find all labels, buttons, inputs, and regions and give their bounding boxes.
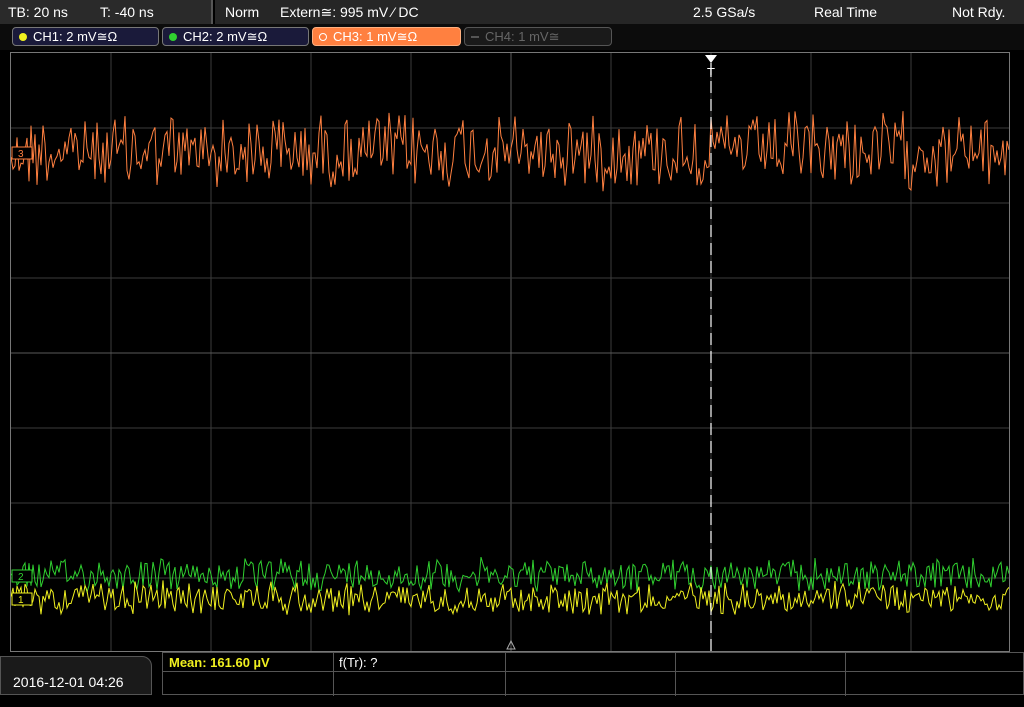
- waveform-display[interactable]: T 3 2 1: [10, 52, 1010, 652]
- ch3-marker-label: 3: [18, 149, 24, 160]
- channel-1-indicator-icon: [19, 33, 27, 41]
- acquisition-info-bar[interactable]: Norm Extern≅: 995 mV ⁄ DC 2.5 GSa/s Real…: [215, 0, 1024, 24]
- ch1-level-marker[interactable]: 1: [11, 592, 33, 606]
- waveform-canvas: T 3 2 1: [11, 53, 1009, 651]
- rise-frequency-measurement: f(Tr): ?: [339, 655, 378, 670]
- ch3-level-marker[interactable]: 3: [11, 146, 33, 160]
- channel-2-button[interactable]: CH2: 2 mV≅Ω: [162, 27, 309, 46]
- trigger-marker-label: T: [707, 65, 715, 80]
- date-time-display: 2016-12-01 04:26: [0, 656, 152, 695]
- ch1-trace: [11, 580, 1009, 616]
- channel-1-button[interactable]: CH1: 2 mV≅Ω: [12, 27, 159, 46]
- ready-status: Not Rdy.: [952, 4, 1006, 20]
- trigger-source: Extern≅: 995 mV ⁄ DC: [280, 4, 419, 20]
- mean-measurement: Mean: 161.60 µV: [169, 655, 270, 670]
- trigger-mode: Norm: [225, 4, 260, 20]
- channel-4-indicator-icon: [471, 36, 479, 38]
- channel-4-label: CH4: 1 mV≅: [485, 29, 560, 44]
- ch1-marker-label: 1: [18, 595, 24, 606]
- measurement-panel[interactable]: Mean: 161.60 µV f(Tr): ?: [162, 652, 1024, 696]
- ch3-trace: [11, 111, 1009, 192]
- acquisition-mode: Real Time: [814, 4, 878, 20]
- ch2-marker-label: 2: [18, 572, 24, 583]
- channel-3-label: CH3: 1 mV≅Ω: [333, 29, 418, 44]
- traces: [11, 111, 1009, 616]
- channel-3-button[interactable]: CH3: 1 mV≅Ω: [312, 27, 461, 46]
- channel-3-indicator-icon: [319, 33, 327, 41]
- sample-rate: 2.5 GSa/s: [693, 4, 756, 20]
- date-time-text: 2016-12-01 04:26: [13, 674, 124, 690]
- trigger-position-icon[interactable]: [705, 55, 717, 63]
- timebase-value: TB: 20 ns: [8, 4, 68, 20]
- channel-bar: CH1: 2 mV≅Ω CH2: 2 mV≅Ω CH3: 1 mV≅Ω CH4:…: [0, 24, 1024, 50]
- channel-2-label: CH2: 2 mV≅Ω: [183, 29, 268, 44]
- ch2-level-marker[interactable]: 2: [11, 569, 33, 583]
- trigger-time-value: T: -40 ns: [100, 4, 154, 20]
- channel-1-label: CH1: 2 mV≅Ω: [33, 29, 118, 44]
- timebase-panel[interactable]: TB: 20 ns T: -40 ns: [0, 0, 213, 24]
- channel-2-indicator-icon: [169, 33, 177, 41]
- channel-4-button[interactable]: CH4: 1 mV≅: [464, 27, 612, 46]
